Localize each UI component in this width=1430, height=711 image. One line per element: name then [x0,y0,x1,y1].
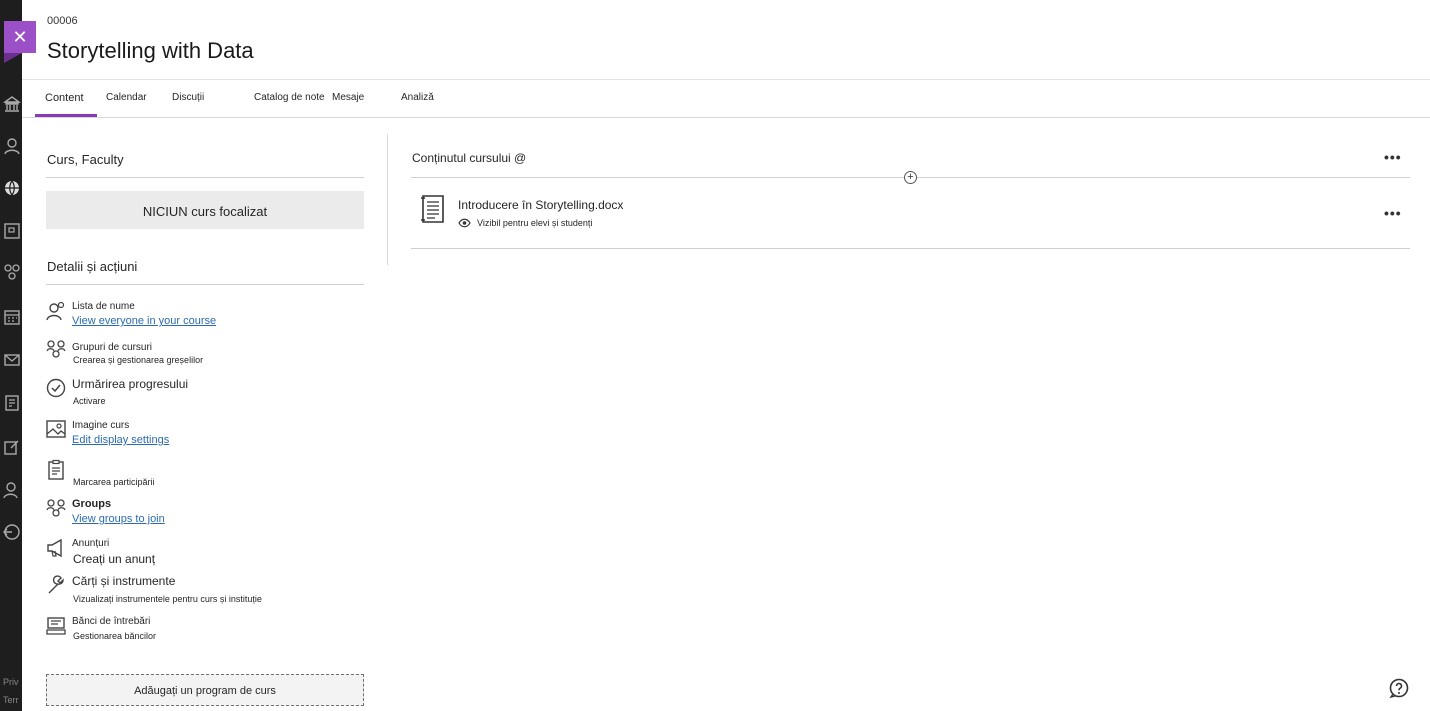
focus-course-box: NICIUN curs focalizat [46,191,364,229]
manage-banks-sub[interactable]: Gestionarea băncilor [73,631,156,641]
tab-messages[interactable]: Mesaje [332,92,364,103]
column-divider [387,134,388,265]
page-title: Storytelling with Data [47,38,254,63]
tab-calendar[interactable]: Calendar [106,92,147,103]
question-bank-icon [45,615,67,637]
sign-out-icon[interactable] [2,522,22,542]
organizations-icon[interactable] [2,262,22,282]
active-tab-indicator [35,114,97,117]
privacy-link[interactable]: Priv [3,677,19,688]
add-content-button[interactable]: + [904,171,917,184]
roster-link[interactable]: View everyone in your course [72,315,216,327]
course-image-title: Imagine curs [72,420,130,431]
course-id: 00006 [47,15,78,27]
progress-tracking-title: Urmărirea progresului [72,377,189,391]
section-divider [46,177,364,178]
calendar-icon[interactable] [2,307,22,327]
course-tabs: Content Calendar Discuții Catalog de not… [22,82,1430,118]
view-tools-sub[interactable]: Vizualizați instrumentele pentru curs și… [73,594,262,604]
edit-display-link[interactable]: Edit display settings [72,434,169,446]
help-icon[interactable] [1388,677,1410,699]
eye-icon [458,218,471,228]
profile-icon[interactable] [2,480,22,500]
messages-icon[interactable] [2,350,22,370]
megaphone-icon [45,537,67,559]
close-flag-decoration [4,53,22,63]
tab-content[interactable]: Content [45,92,84,104]
groups-title: Groups [72,498,112,510]
course-page: Priv Terr ✕ 00006 Storytelling with Data… [0,0,1430,711]
globe-icon[interactable] [2,178,22,198]
roster-icon [45,300,67,322]
course-faculty-heading: Curs, Faculty [47,152,124,167]
item-divider [411,248,1410,249]
tab-discussions[interactable]: Discuții [172,92,204,103]
announcements-title: Anunțuri [72,538,110,549]
course-content-heading: Conținutul cursului @ [412,151,527,165]
courses-icon[interactable] [2,221,22,241]
create-announcement[interactable]: Creați un anunț [73,552,155,566]
details-actions-heading: Detalii și acțiuni [47,259,138,274]
attendance-sub[interactable]: Marcarea participării [73,477,155,487]
question-banks-title: Bănci de întrebări [72,616,151,627]
course-groups-sub[interactable]: Crearea și gestionarea greșelilor [73,355,203,365]
edit-icon[interactable] [2,437,22,457]
course-groups-title: Grupuri de cursuri [72,342,153,353]
roster-title: Lista de nume [72,301,135,312]
plus-icon: + [907,171,914,183]
groups-icon [45,339,67,361]
tab-gradebook[interactable]: Catalog de note [254,92,325,103]
nav-rail: Priv Terr [0,0,22,711]
add-syllabus-button[interactable]: Adăugați un program de curs [46,674,364,706]
user-icon[interactable] [2,136,22,156]
tab-analytics[interactable]: Analiză [401,92,434,103]
content-item-title[interactable]: Introducere în Storytelling.docx [458,198,623,212]
check-circle-icon [45,377,67,399]
clipboard-icon [45,459,67,481]
grades-icon[interactable] [2,393,22,413]
section-divider [46,284,364,285]
institution-icon[interactable] [2,94,22,114]
image-icon [45,418,67,440]
close-course-button[interactable]: ✕ [4,21,36,53]
item-more-button[interactable]: ••• [1384,206,1402,220]
header-divider [22,79,1430,80]
view-groups-link[interactable]: View groups to join [72,513,165,525]
close-icon: ✕ [12,27,28,47]
visibility-status[interactable]: Vizibil pentru elevi și studenți [477,218,592,228]
progress-tracking-sub[interactable]: Activare [73,396,106,406]
books-tools-title: Cărți și instrumente [72,574,176,588]
terms-link[interactable]: Terr [3,695,19,706]
wrench-icon [45,574,67,596]
groups-icon [45,498,67,520]
content-more-button[interactable]: ••• [1384,150,1402,164]
document-icon [418,193,450,225]
